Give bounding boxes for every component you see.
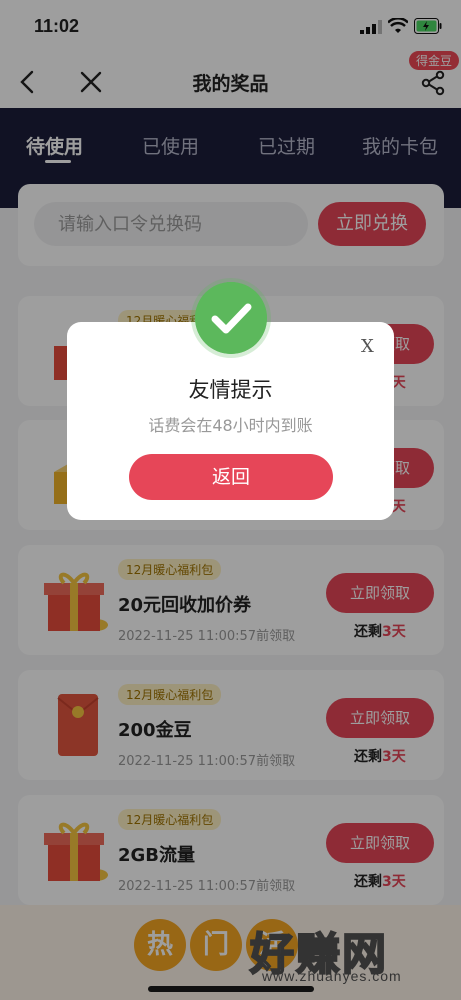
dialog-title: 友情提示 — [188, 378, 273, 402]
success-check-icon — [195, 282, 267, 354]
dialog-message: 话费会在48小时内到账 — [148, 416, 313, 435]
home-indicator — [148, 986, 314, 992]
dialog-return-button[interactable]: 返回 — [129, 454, 333, 500]
watermark-url: www.zhuanyes.com — [262, 968, 402, 984]
dialog-close-button[interactable]: X — [361, 336, 374, 357]
